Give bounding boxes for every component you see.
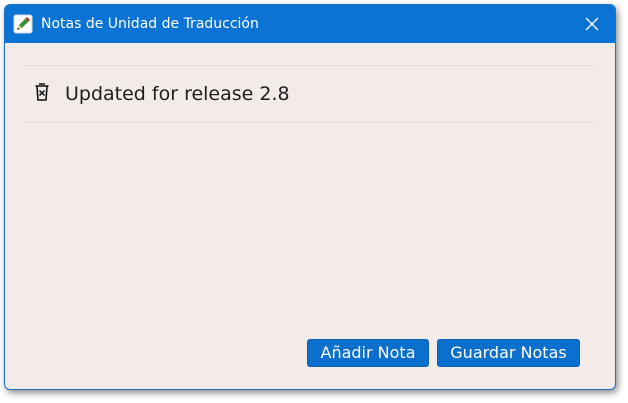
close-icon xyxy=(585,17,599,31)
trash-icon xyxy=(35,83,49,101)
notes-dialog: Notas de Unidad de Traducción Updated fo… xyxy=(4,4,616,390)
save-notes-button[interactable]: Guardar Notas xyxy=(437,339,580,367)
notes-content: Updated for release 2.8 Añadir Nota Guar… xyxy=(5,43,615,389)
close-button[interactable] xyxy=(577,9,607,39)
delete-note-button[interactable] xyxy=(31,81,53,103)
title-bar[interactable]: Notas de Unidad de Traducción xyxy=(5,5,615,43)
divider-bottom xyxy=(25,122,595,123)
note-item: Updated for release 2.8 xyxy=(25,65,595,121)
add-note-button[interactable]: Añadir Nota xyxy=(307,339,429,367)
window-title: Notas de Unidad de Traducción xyxy=(41,16,259,32)
translate-pencil-icon xyxy=(13,14,33,34)
note-text: Updated for release 2.8 xyxy=(65,83,290,105)
